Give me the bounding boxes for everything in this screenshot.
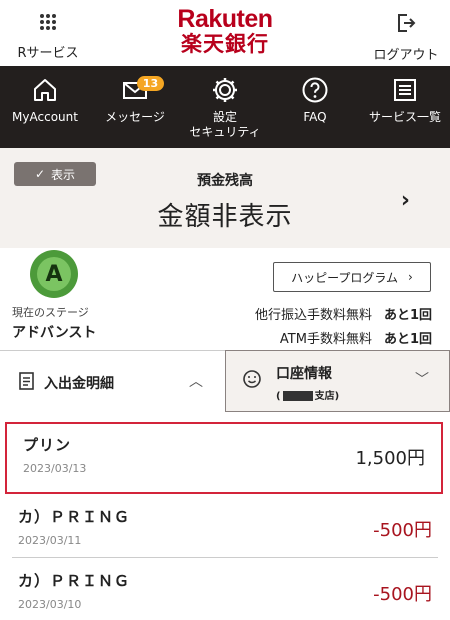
question-icon (302, 77, 328, 103)
stage-name: アドバンスト (12, 325, 97, 341)
home-icon (34, 79, 56, 101)
table-row[interactable]: カ）ＰＲＩＮＧ 2023/03/11 -500円 (0, 494, 450, 558)
happy-program-button[interactable]: ハッピープログラム › (273, 262, 431, 292)
document-icon (19, 372, 34, 390)
masked-branch (282, 391, 313, 401)
chevron-right-icon: › (408, 270, 413, 284)
tab-account-info[interactable]: 口座情報 (支店) ﹀ (225, 350, 450, 412)
list-icon (394, 79, 416, 101)
tab-statement[interactable]: 入出金明細 ︿ (0, 350, 225, 412)
nav-faq[interactable]: FAQ (270, 66, 360, 148)
nav-myaccount[interactable]: MyAccount (0, 66, 90, 148)
chevron-down-icon: ﹀ (415, 372, 429, 388)
smiley-icon (243, 370, 261, 388)
stage-badge-icon: A (30, 250, 78, 298)
chevron-up-icon: ︿ (189, 374, 203, 390)
logout-label: ログアウト (373, 48, 439, 63)
section-tabs: 入出金明細 ︿ 口座情報 (支店) ﹀ (0, 350, 450, 412)
balance-value: 金額非表示 (157, 202, 293, 232)
gear-icon (213, 78, 237, 102)
nav-service-list[interactable]: サービス一覧 (360, 66, 450, 148)
fee-row-atm: ATM手数料無料 あと1回 (279, 332, 432, 347)
transaction-list: プリン 2023/03/13 1,500円 カ）ＰＲＩＮＧ 2023/03/11… (0, 412, 450, 620)
stage-panel: A 現在のステージ アドバンスト ハッピープログラム › 他行振込手数料無料 あと… (0, 248, 450, 350)
logout-button[interactable]: ログアウト (368, 12, 444, 63)
table-row[interactable]: カ）ＰＲＩＮＧ 2023/03/10 -500円 (0, 558, 450, 620)
balance-title: 預金残高 (197, 173, 253, 189)
stage-caption: 現在のステージ (12, 306, 89, 319)
balance-panel[interactable]: ✓ 表示 預金残高 金額非表示 › (0, 148, 450, 248)
fee-row-transfer: 他行振込手数料無料 あと1回 (254, 308, 432, 323)
app-header: Rサービス Rakuten 楽天銀行 ログアウト (0, 0, 450, 66)
nav-messages[interactable]: 13 メッセージ (90, 66, 180, 148)
nav-settings-security[interactable]: 設定 セキュリティ (180, 66, 270, 148)
message-count-badge: 13 (136, 76, 165, 91)
main-nav: MyAccount 13 メッセージ 設定 セキュリティ FAQ サービス一覧 (0, 66, 450, 148)
table-row[interactable]: プリン 2023/03/13 1,500円 (5, 422, 443, 494)
chevron-right-icon[interactable]: › (401, 188, 410, 213)
branch-name: (支店) (276, 391, 340, 402)
logout-icon (398, 14, 416, 32)
